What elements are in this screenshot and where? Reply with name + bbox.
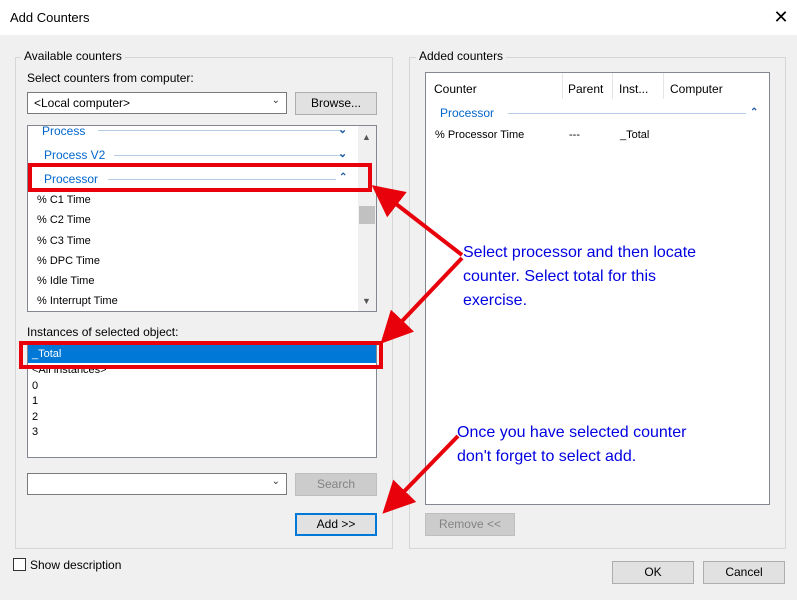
annotation-line: Select processor and then locate <box>463 244 697 261</box>
arrow-to-total <box>380 256 464 344</box>
annotation-line: exercise. <box>463 292 528 309</box>
annotation-note-2: Once you have selected counter don't for… <box>457 421 686 469</box>
annotation-line: don't forget to select add. <box>457 448 637 465</box>
annotation-line: Once you have selected counter <box>457 424 687 441</box>
arrow-to-add <box>382 434 460 514</box>
arrow-to-processor <box>371 185 464 257</box>
annotation-line: counter. Select total for this <box>463 268 656 285</box>
annotation-note-1: Select processor and then locate counter… <box>463 241 696 313</box>
